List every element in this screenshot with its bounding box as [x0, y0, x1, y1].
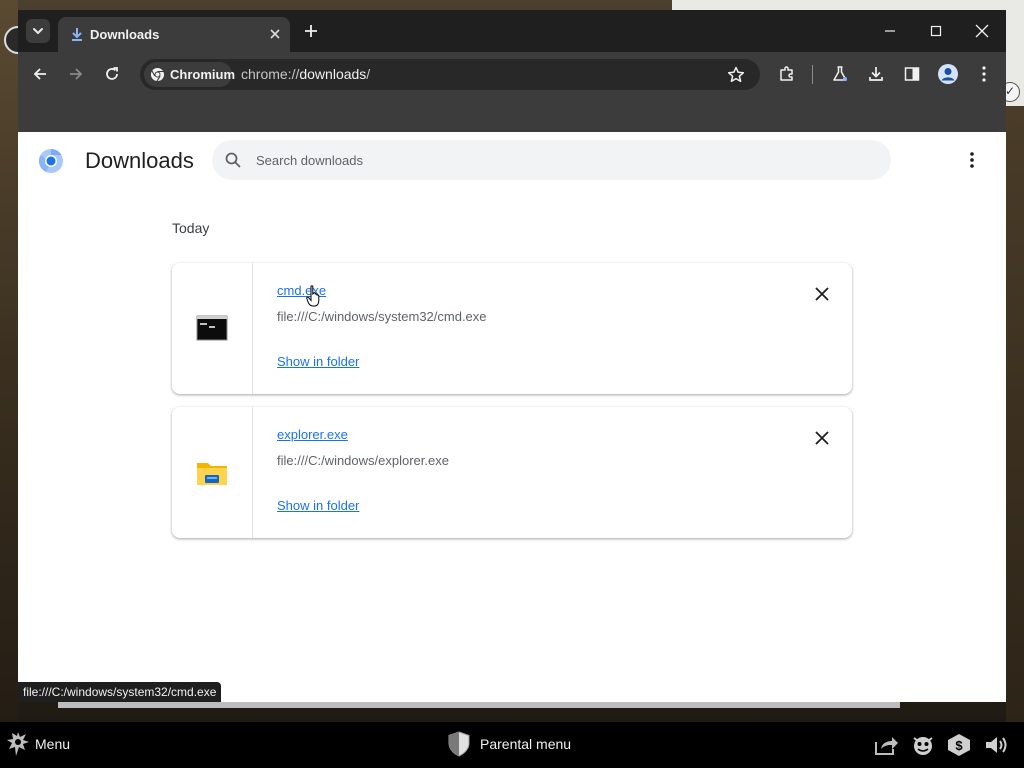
tab-title: Downloads [90, 27, 160, 42]
mascot-icon[interactable] [910, 732, 936, 758]
maximize-icon [930, 25, 942, 37]
new-tab-icon[interactable] [300, 20, 322, 42]
horizontal-scrollbar[interactable] [58, 702, 900, 708]
menu-logo-icon [7, 732, 29, 756]
arrow-left-icon [33, 68, 46, 80]
download-icon [869, 67, 883, 81]
download-icon-column [172, 263, 253, 394]
shield-icon [448, 731, 470, 757]
profile-button[interactable] [936, 62, 960, 86]
puzzle-icon [780, 66, 793, 81]
forward-button[interactable] [64, 62, 88, 86]
avatar-icon [938, 64, 958, 84]
url-scheme: chrome:// [241, 66, 300, 82]
close-tab-icon[interactable] [266, 25, 284, 43]
site-info-chip[interactable]: Chromium [144, 62, 235, 87]
close-window-button[interactable] [967, 18, 997, 44]
maximize-button[interactable] [921, 18, 951, 44]
download-icon [72, 28, 82, 41]
share-icon[interactable] [873, 732, 899, 758]
page-title: Downloads [85, 148, 194, 173]
money-icon[interactable]: $ [946, 732, 972, 758]
site-chip-label: Chromium [170, 67, 235, 82]
file-url: file:///C:/windows/explorer.exe [277, 453, 449, 468]
download-item: cmd.exe file:///C:/windows/system32/cmd.… [172, 263, 852, 394]
date-section-label: Today [172, 220, 210, 236]
back-button[interactable] [28, 62, 52, 86]
browser-menu-button[interactable] [972, 62, 996, 86]
downloads-page: Downloads Today cmd. [18, 132, 1006, 702]
download-icon-column [172, 407, 253, 538]
volume-icon[interactable] [983, 732, 1009, 758]
tab-downloads[interactable]: Downloads [58, 17, 290, 52]
remove-from-list-icon[interactable] [812, 428, 832, 448]
tab-search-button[interactable] [26, 19, 50, 43]
search-input[interactable] [256, 149, 856, 171]
show-in-folder-link[interactable]: Show in folder [277, 498, 359, 513]
minimize-icon [885, 30, 895, 32]
kebab-menu-icon [982, 66, 986, 82]
side-panel-icon [904, 67, 920, 81]
toolbar-lower-strip [18, 97, 1006, 132]
chromium-logo-icon [38, 149, 63, 173]
close-icon [975, 24, 989, 38]
address-bar[interactable]: Chromium chrome://downloads/ [140, 59, 760, 90]
terminal-icon [196, 315, 228, 341]
svg-text:$: $ [955, 738, 963, 753]
chevron-down-icon [33, 28, 43, 34]
hand-cursor-icon [306, 285, 320, 307]
download-item: explorer.exe file:///C:/windows/explorer… [172, 407, 852, 538]
search-box[interactable] [212, 140, 891, 180]
labs-button[interactable] [828, 62, 852, 86]
parental-menu-label: Parental menu [480, 736, 572, 752]
minimize-button[interactable] [875, 18, 905, 44]
desktop-left-strip [0, 0, 18, 722]
url-path: / [366, 66, 371, 82]
menu-label: Menu [35, 736, 71, 752]
show-in-folder-link[interactable]: Show in folder [277, 354, 359, 369]
browser-window: Downloads Chromium chrome://downloads/ D… [18, 10, 1006, 702]
remove-from-list-icon[interactable] [812, 284, 832, 304]
url-text[interactable]: chrome://downloads/ [241, 66, 370, 82]
extensions-button[interactable] [775, 62, 799, 86]
search-icon [225, 152, 241, 168]
side-panel-button[interactable] [900, 62, 924, 86]
desktop-right-strip [1006, 106, 1024, 722]
toolbar-divider [812, 65, 813, 84]
file-name-link[interactable]: explorer.exe [277, 427, 348, 442]
browser-toolbar: Chromium chrome://downloads/ [18, 52, 1006, 97]
chromium-logo-icon [150, 67, 165, 82]
flask-icon [833, 66, 847, 81]
bookmark-star-icon[interactable] [726, 65, 746, 85]
title-bar: Downloads [18, 10, 1006, 52]
downloads-button[interactable] [864, 62, 888, 86]
taskbar: Menu Parental menu $ [0, 722, 1024, 768]
status-bubble: file:///C:/windows/system32/cmd.exe [18, 682, 222, 702]
folder-icon [197, 463, 227, 485]
file-url: file:///C:/windows/system32/cmd.exe [277, 309, 487, 324]
reload-icon [106, 67, 118, 80]
arrow-right-icon [70, 68, 83, 80]
reload-button[interactable] [100, 62, 124, 86]
more-actions-icon[interactable] [962, 150, 982, 170]
url-host: downloads [299, 66, 367, 82]
